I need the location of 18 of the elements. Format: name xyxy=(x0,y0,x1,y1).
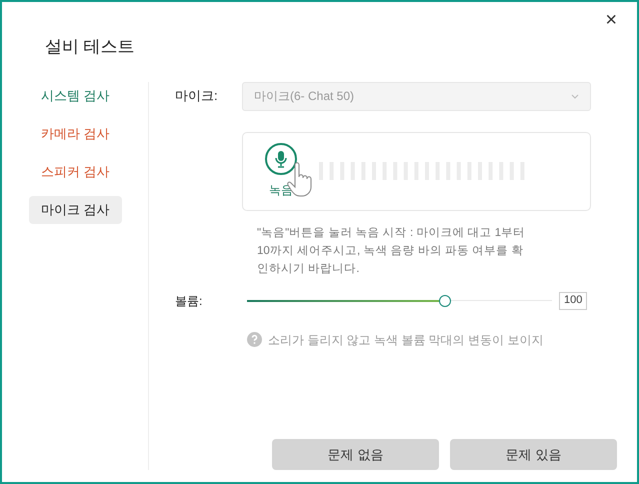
slider-thumb[interactable] xyxy=(439,294,452,306)
close-button[interactable]: × xyxy=(605,10,617,30)
answer-button[interactable]: 문제 있음 xyxy=(450,439,617,470)
answer-button[interactable]: 문제 없음 xyxy=(272,439,439,470)
help-icon xyxy=(247,332,262,347)
microphone-label: 마이크: xyxy=(175,87,219,106)
microphone-icon xyxy=(275,150,287,168)
volume-value: 100 xyxy=(559,292,588,310)
volume-label: 볼륨: xyxy=(175,292,204,310)
hint-text: 소리가 들리지 않고 녹색 볼륨 막대의 변동이 보이지 xyxy=(268,332,544,348)
sidebar-item[interactable]: 카메라 검사 xyxy=(29,120,122,148)
volume-slider[interactable] xyxy=(247,294,552,306)
sidebar-item[interactable]: 시스템 검사 xyxy=(29,82,122,110)
chevron-down-icon xyxy=(571,94,579,98)
sidebar-item[interactable]: 스피커 검사 xyxy=(29,158,122,186)
instructions-text: "녹음"버튼을 눌러 녹음 시작 : 마이크에 대고 1부터 10까지 세어주시고, 녹색 음량 바의 파동 여부를 확인하시기 바랍니다. xyxy=(257,226,526,276)
window-title: 설비 테스트 xyxy=(45,36,135,58)
sidebar-item[interactable]: 마이크 검사 xyxy=(29,196,122,224)
